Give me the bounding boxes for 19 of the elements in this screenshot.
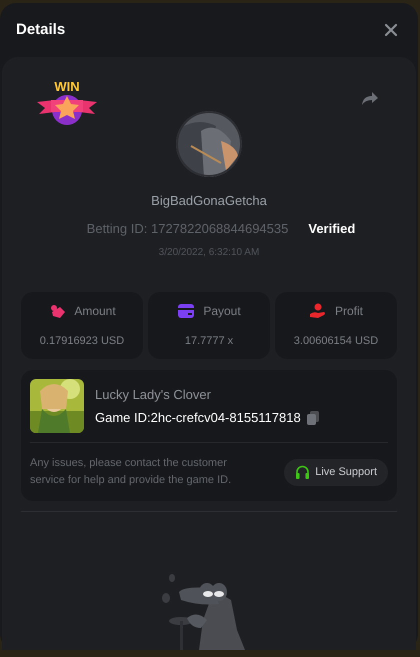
dialog-title: Details xyxy=(16,20,66,40)
stat-value: 0.17916923 USD xyxy=(40,334,124,349)
betting-id: Betting ID: 1727822068844694535 xyxy=(86,220,288,238)
support-note: Any issues, please contact the customer service for help and provide the game ID. xyxy=(30,456,232,488)
stat-label: Amount xyxy=(74,302,116,320)
stat-value: 17.7777 x xyxy=(184,334,234,349)
stat-value: 3.00606154 USD xyxy=(294,334,378,349)
headset-icon xyxy=(295,465,310,479)
live-support-button[interactable]: Live Support xyxy=(284,458,388,486)
stat-label: Profit xyxy=(334,302,363,320)
game-id: Game ID:2hc-crefcv04-8155117818 xyxy=(95,409,301,427)
close-icon[interactable] xyxy=(384,23,398,37)
win-badge: WIN xyxy=(35,80,99,126)
stat-label: Payout xyxy=(203,302,241,320)
verified-label: Verified xyxy=(308,220,356,238)
share-icon[interactable] xyxy=(361,91,379,106)
copy-icon[interactable] xyxy=(306,410,319,425)
game-name: Lucky Lady's Clover xyxy=(95,386,212,404)
player-name: BigBadGonaGetcha xyxy=(151,192,267,210)
